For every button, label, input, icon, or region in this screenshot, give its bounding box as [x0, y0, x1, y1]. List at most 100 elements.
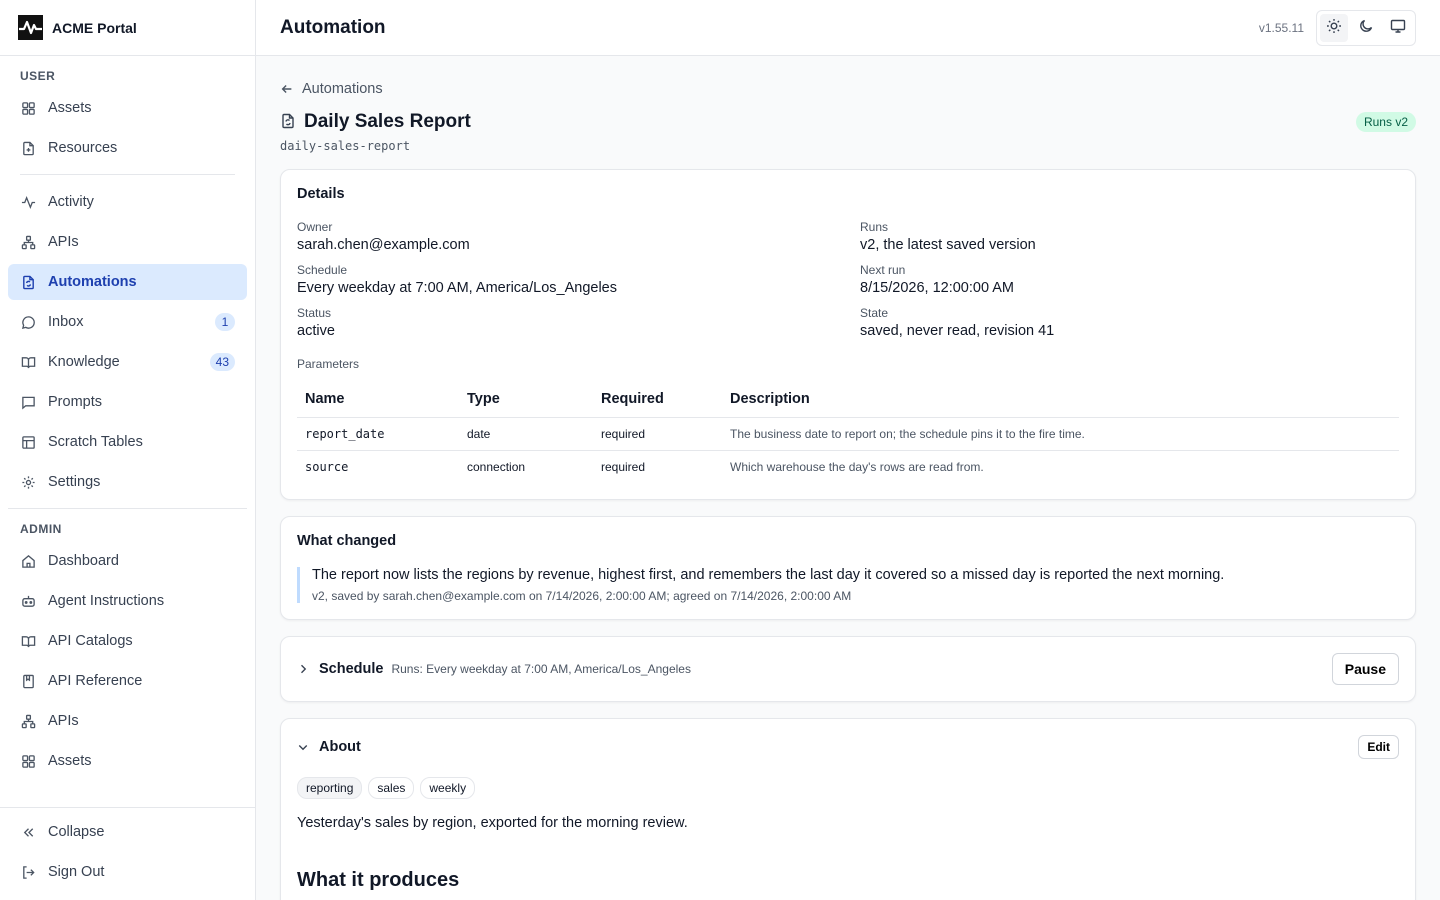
sidebar-item-label: Assets [48, 753, 92, 769]
automation-slug: daily-sales-report [280, 139, 411, 153]
sidebar-item-label: Inbox [48, 314, 84, 330]
monitor-icon [1390, 18, 1406, 37]
sidebar-item-label: APIs [48, 713, 79, 729]
back-link-label: Automations [302, 81, 383, 97]
tag[interactable]: sales [368, 777, 415, 799]
state-label: State [860, 306, 889, 320]
topbar: Automation v1.55.11 [256, 0, 1440, 56]
file-automation-icon [280, 113, 296, 132]
sidebar-item-api-catalogs[interactable]: API Catalogs [8, 623, 247, 659]
change-note-body: The report now lists the regions by reve… [312, 567, 1225, 583]
state-field: State saved, never read, revision 41 [860, 306, 1399, 339]
column-header-required: Required [593, 385, 722, 418]
home-icon [20, 553, 36, 569]
page-title: Daily Sales Report [304, 111, 471, 132]
state-value: saved, never read, revision 41 [860, 323, 1055, 339]
sidebar-item-inbox[interactable]: Inbox 1 [8, 304, 247, 340]
collapse-button[interactable]: Collapse [8, 814, 247, 850]
sidebar-item-label: Scratch Tables [48, 434, 143, 450]
brand[interactable]: ACME Portal [0, 0, 255, 56]
sidebar-item-assets[interactable]: Assets [8, 90, 247, 126]
sidebar-item-settings[interactable]: Settings [8, 464, 247, 500]
param-type: date [459, 417, 593, 451]
back-link[interactable]: Automations [280, 81, 1416, 97]
dark-theme-button[interactable] [1352, 14, 1380, 42]
sidebar-item-label: APIs [48, 234, 79, 250]
sidebar-item-automations[interactable]: Automations [8, 264, 247, 300]
arrow-left-icon [281, 85, 292, 93]
network-icon [20, 234, 36, 250]
version-label: v1.55.11 [1258, 20, 1304, 35]
logo-icon [18, 15, 43, 40]
sidebar-item-scratch-tables[interactable]: Scratch Tables [8, 424, 247, 460]
sidebar-item-api-reference[interactable]: API Reference [8, 663, 247, 699]
sidebar-item-prompts[interactable]: Prompts [8, 384, 247, 420]
tag[interactable]: weekly [420, 777, 476, 799]
what-changed-heading: What changed [297, 533, 397, 549]
sidebar-item-label: Knowledge [48, 354, 120, 370]
table-icon [20, 434, 36, 450]
details-grid: Owner sarah.chen@example.com Runs v2, th… [297, 220, 1399, 339]
brand-name: ACME Portal [52, 19, 137, 36]
schedule-heading: Schedule [319, 661, 384, 677]
sidebar-item-activity[interactable]: Activity [8, 184, 247, 220]
gear-icon [20, 474, 36, 490]
parameters-table: Name Type Required Description report_da… [297, 385, 1399, 483]
sidebar-item-apis[interactable]: APIs [8, 224, 247, 260]
sidebar-item-resources[interactable]: Resources [8, 130, 247, 166]
next-run-label: Next run [860, 263, 906, 277]
collapse-label: Collapse [48, 824, 105, 840]
activity-icon [20, 194, 36, 210]
schedule-toggle[interactable]: Schedule Runs: Every weekday at 7:00 AM,… [297, 653, 1399, 685]
what-it-produces-heading: What it produces [297, 869, 460, 891]
sidebar-item-label: API Reference [48, 673, 143, 689]
what-changed-card: What changed The report now lists the re… [280, 516, 1416, 620]
grid-icon [20, 100, 36, 116]
param-name: source [305, 460, 349, 474]
column-header-type: Type [459, 385, 593, 418]
nav-divider [20, 174, 235, 175]
title-row: Daily Sales Report Runs v2 [280, 111, 1416, 133]
grid-icon [20, 753, 36, 769]
details-heading: Details [297, 186, 345, 202]
about-toggle[interactable]: About Edit [297, 735, 1399, 759]
sidebar-item-knowledge[interactable]: Knowledge 43 [8, 344, 247, 380]
section-label-admin: ADMIN [20, 522, 62, 536]
param-description: The business date to report on; the sche… [722, 417, 1399, 451]
pause-button[interactable]: Pause [1331, 653, 1399, 685]
sidebar-item-dashboard[interactable]: Dashboard [8, 543, 247, 579]
network-icon [20, 713, 36, 729]
book-open-icon [20, 633, 36, 649]
sidebar-item-admin-assets[interactable]: Assets [8, 743, 247, 779]
theme-switcher [1316, 9, 1416, 46]
light-theme-button[interactable] [1320, 13, 1348, 42]
schedule-value: Every weekday at 7:00 AM, America/Los_An… [297, 280, 617, 296]
runs-field: Runs v2, the latest saved version [860, 220, 1399, 253]
runs-label: Runs [860, 220, 889, 234]
sidebar-item-label: Activity [48, 194, 94, 210]
sidebar-item-agent-instructions[interactable]: Agent Instructions [8, 583, 247, 619]
sidebar-item-label: Prompts [48, 394, 102, 410]
tag-list: reporting sales weekly [297, 777, 1399, 799]
about-description: Yesterday's sales by region, exported fo… [297, 815, 688, 831]
owner-label: Owner [297, 220, 333, 234]
edit-button[interactable]: Edit [1358, 735, 1399, 759]
column-header-description: Description [722, 385, 1399, 418]
sign-out-button[interactable]: Sign Out [8, 854, 247, 890]
system-theme-button[interactable] [1384, 14, 1412, 42]
main-content: Automations Daily Sales Report Runs v2 d… [256, 56, 1440, 900]
book-icon [20, 354, 36, 370]
sidebar-footer: Collapse Sign Out [0, 807, 255, 900]
schedule-field: Schedule Every weekday at 7:00 AM, Ameri… [297, 263, 860, 296]
log-out-icon [20, 864, 36, 880]
status-label: Status [297, 306, 332, 320]
next-run-value: 8/15/2026, 12:00:00 AM [860, 280, 1014, 296]
sidebar-item-label: Resources [48, 140, 118, 156]
tag[interactable]: reporting [297, 777, 363, 799]
sidebar-item-admin-apis[interactable]: APIs [8, 703, 247, 739]
param-type: connection [467, 460, 526, 474]
file-plus-icon [20, 140, 36, 156]
sign-out-label: Sign Out [48, 864, 105, 880]
change-note: The report now lists the regions by reve… [297, 567, 1399, 603]
owner-field: Owner sarah.chen@example.com [297, 220, 860, 253]
